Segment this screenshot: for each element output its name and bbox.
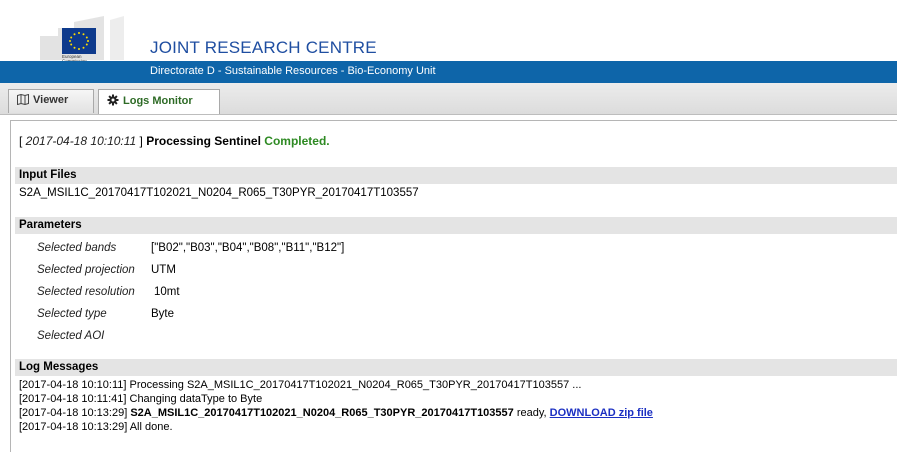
status-process: Processing Sentinel <box>146 134 261 148</box>
directorate-bar: Directorate D - Sustainable Resources - … <box>0 61 897 83</box>
tab-bar: Viewer Logs Monitor <box>0 83 897 115</box>
status-timestamp: 2017-04-18 10:10:11 <box>25 134 137 148</box>
param-label: Selected bands <box>37 242 117 254</box>
param-value: ["B02","B03","B04","B08","B11","B12"] <box>151 242 345 254</box>
log-line: [2017-04-18 10:13:29] All done. <box>19 421 173 433</box>
log-line: [2017-04-18 10:11:41] Changing dataType … <box>19 393 263 405</box>
tab-logs-monitor[interactable]: Logs Monitor <box>98 89 220 114</box>
param-label: Selected projection <box>37 264 135 276</box>
log-line-file: S2A_MSIL1C_20170417T102021_N0204_R065_T3… <box>130 407 514 419</box>
map-icon <box>17 93 29 108</box>
download-zip-link[interactable]: DOWNLOAD zip file <box>550 407 653 419</box>
european-commission-logo: European Commission <box>40 16 124 64</box>
tab-logs-monitor-label: Logs Monitor <box>123 95 193 107</box>
param-value: 10mt <box>154 286 180 298</box>
gear-icon <box>107 94 119 109</box>
tab-viewer-label: Viewer <box>33 94 69 106</box>
log-line: [2017-04-18 10:10:11] Processing S2A_MSI… <box>19 379 582 391</box>
tab-viewer[interactable]: Viewer <box>8 89 94 113</box>
status-line: [ 2017-04-18 10:10:11 ] Processing Senti… <box>19 134 330 148</box>
param-label: Selected type <box>37 308 107 320</box>
directorate-subtitle: Directorate D - Sustainable Resources - … <box>150 65 436 77</box>
param-value: Byte <box>151 308 175 320</box>
log-line-timestamp: [2017-04-18 10:13:29] <box>19 407 131 419</box>
log-messages-heading: Log Messages <box>15 359 897 376</box>
status-badge: Completed. <box>264 134 330 148</box>
log-line: [2017-04-18 10:13:29] S2A_MSIL1C_2017041… <box>19 407 653 419</box>
param-label: Selected AOI <box>37 330 105 342</box>
param-value: UTM <box>151 264 176 276</box>
param-label: Selected resolution <box>37 286 135 298</box>
parameters-heading: Parameters <box>15 217 897 234</box>
log-line-text: ready, <box>513 407 550 419</box>
input-file-name: S2A_MSIL1C_20170417T102021_N0204_R065_T3… <box>19 187 419 199</box>
input-files-heading: Input Files <box>15 167 897 184</box>
logs-panel: [ 2017-04-18 10:10:11 ] Processing Senti… <box>10 120 897 452</box>
site-title: JOINT RESEARCH CENTRE <box>150 38 377 57</box>
page-header: European Commission JOINT RESEARCH CENTR… <box>0 0 897 65</box>
